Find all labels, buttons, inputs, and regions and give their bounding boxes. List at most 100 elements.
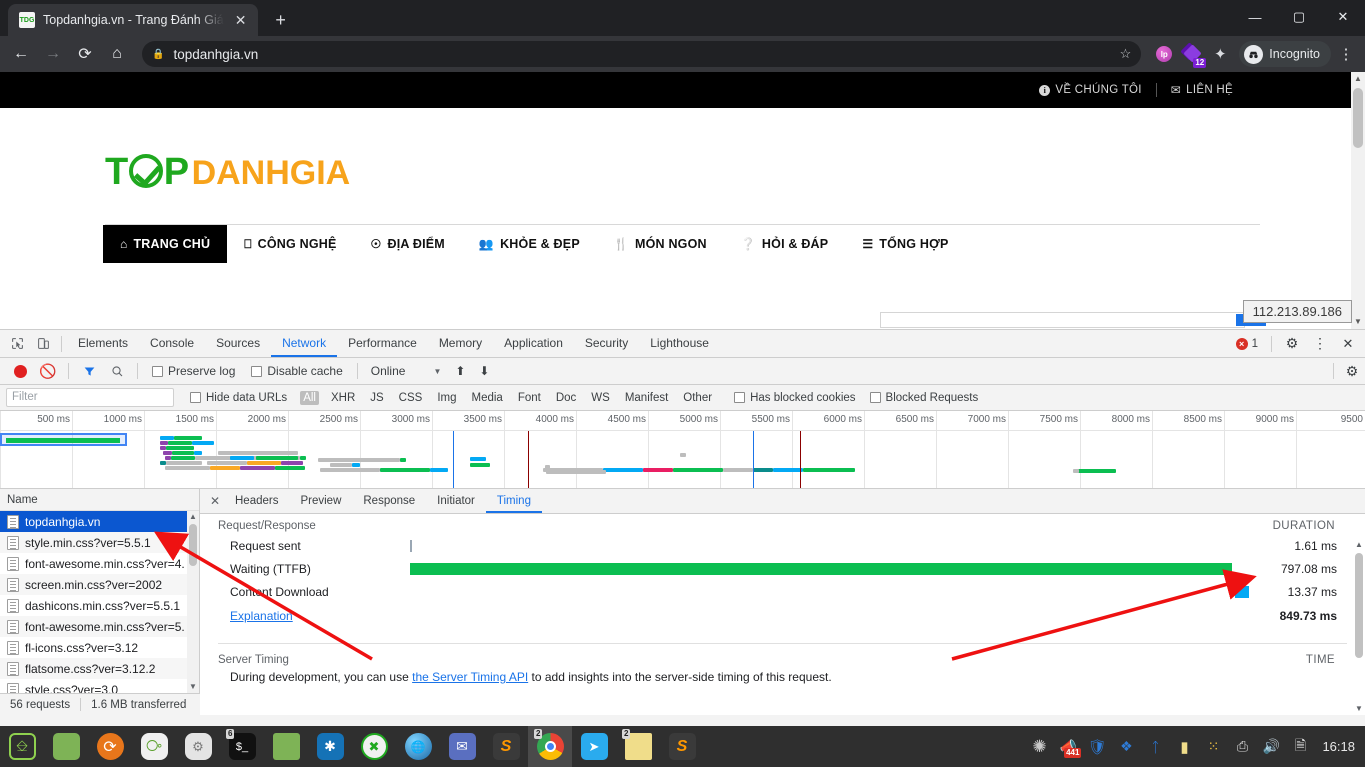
clock[interactable]: 16:18: [1316, 739, 1355, 754]
filter-type-js[interactable]: JS: [367, 391, 386, 405]
megaphone-icon[interactable]: 📣 441: [1055, 726, 1082, 767]
table-row[interactable]: font-awesome.min.css?ver=5.: [0, 616, 199, 637]
taskbar-item-sublime-2[interactable]: S: [660, 726, 704, 767]
network-settings-gear-icon[interactable]: ⚙: [1339, 358, 1365, 384]
taskbar-item-vscode[interactable]: ✱: [308, 726, 352, 767]
record-button[interactable]: [7, 358, 33, 384]
disable-cache-checkbox[interactable]: Disable cache: [244, 364, 349, 378]
taskbar-item-firefox[interactable]: ⟳: [88, 726, 132, 767]
tab-headers[interactable]: Headers: [224, 489, 289, 513]
throttling-select[interactable]: Online ▼: [365, 364, 448, 378]
scroll-up-icon[interactable]: ▲: [1353, 539, 1365, 551]
taskbar-item-toggles[interactable]: ⚙: [176, 726, 220, 767]
request-scroll-thumb[interactable]: [189, 524, 197, 566]
shutter-icon[interactable]: ✺: [1026, 726, 1052, 767]
has-blocked-cookies-box[interactable]: [734, 392, 746, 403]
nav-item-trang-chu[interactable]: ⌂ TRANG CHỦ: [103, 225, 228, 263]
disable-cache-box[interactable]: [251, 365, 263, 377]
tab-security[interactable]: Security: [574, 330, 639, 357]
address-bar[interactable]: 🔒 topdanhgia.vn ☆: [142, 41, 1142, 67]
has-blocked-cookies-checkbox[interactable]: Has blocked cookies: [727, 392, 862, 404]
filter-type-ws[interactable]: WS: [588, 391, 613, 405]
tab-sources[interactable]: Sources: [205, 330, 271, 357]
table-row[interactable]: topdanhgia.vn: [0, 511, 199, 532]
tab-lighthouse[interactable]: Lighthouse: [639, 330, 720, 357]
taskbar-item-sublime[interactable]: S: [484, 726, 528, 767]
clear-network-log-icon[interactable]: 🚫: [35, 358, 61, 384]
new-tab-button[interactable]: +: [267, 6, 295, 34]
filter-type-doc[interactable]: Doc: [553, 391, 579, 405]
page-horizontal-scrollbar[interactable]: [880, 312, 1266, 328]
bluetooth-icon[interactable]: ᛏ: [1142, 726, 1168, 767]
device-toolbar-icon[interactable]: [30, 331, 56, 357]
filter-type-manifest[interactable]: Manifest: [622, 391, 671, 405]
taskbar-item-telegram[interactable]: ➤: [572, 726, 616, 767]
tab-initiator[interactable]: Initiator: [426, 489, 486, 513]
lp-extension-icon[interactable]: lp: [1151, 41, 1177, 67]
shield-icon[interactable]: 🛡: [1084, 726, 1110, 767]
error-count-badge[interactable]: × 1: [1235, 337, 1264, 350]
devtools-settings-gear-icon[interactable]: ⚙: [1279, 331, 1305, 357]
tab-elements[interactable]: Elements: [67, 330, 139, 357]
taskbar-item-mint-menu[interactable]: ⎒: [0, 726, 44, 767]
import-har-icon[interactable]: ⬆: [449, 364, 471, 378]
home-icon[interactable]: ⌂: [102, 39, 132, 69]
hide-data-urls-checkbox[interactable]: Hide data URLs: [183, 392, 294, 404]
nav-item-cong-nghe[interactable]: ⎕ CÔNG NGHỆ: [227, 225, 353, 263]
back-icon[interactable]: ←: [6, 39, 36, 69]
scroll-down-icon[interactable]: ▼: [1353, 703, 1365, 715]
preserve-log-box[interactable]: [152, 365, 163, 377]
tab-preview[interactable]: Preview: [289, 489, 352, 513]
close-tab-icon[interactable]: ✕: [232, 11, 250, 29]
contact-link[interactable]: ✉ LIÊN HỆ: [1157, 83, 1247, 97]
tab-network[interactable]: Network: [271, 330, 337, 357]
details-scrollbar[interactable]: ▲ ▼: [1353, 539, 1365, 715]
inspect-element-icon[interactable]: [4, 331, 30, 357]
puzzle-extension-icon[interactable]: ✦: [1207, 41, 1233, 67]
filter-icon[interactable]: [76, 358, 102, 384]
taskbar-item-terminal[interactable]: $_ 6: [220, 726, 264, 767]
reload-icon[interactable]: ⟳: [70, 39, 100, 69]
page-scrollbar[interactable]: ▲ ▼: [1351, 72, 1365, 329]
colors-icon[interactable]: ⁙: [1200, 726, 1226, 767]
bookmark-star-icon[interactable]: ☆: [1120, 46, 1132, 62]
overview-selection-window[interactable]: [0, 433, 127, 446]
tab-console[interactable]: Console: [139, 330, 205, 357]
export-har-icon[interactable]: ⬇: [473, 364, 495, 378]
taskbar-item-app-grid[interactable]: ⧂: [132, 726, 176, 767]
battery-icon[interactable]: 🗎: [1287, 726, 1313, 767]
filter-type-other[interactable]: Other: [680, 391, 715, 405]
table-row[interactable]: style.min.css?ver=5.5.1: [0, 532, 199, 553]
preserve-log-checkbox[interactable]: Preserve log: [145, 364, 242, 378]
incognito-indicator[interactable]: Incognito: [1239, 41, 1331, 67]
tab-application[interactable]: Application: [493, 330, 574, 357]
devtools-more-icon[interactable]: ⋮: [1307, 331, 1333, 357]
blocked-requests-box[interactable]: [869, 392, 881, 403]
devtools-close-icon[interactable]: ✕: [1335, 331, 1361, 357]
details-scroll-thumb[interactable]: [1355, 553, 1363, 658]
table-row[interactable]: dashicons.min.css?ver=5.5.1: [0, 595, 199, 616]
hide-data-urls-box[interactable]: [190, 392, 201, 403]
request-column-header[interactable]: Name: [0, 489, 199, 511]
filter-input[interactable]: Filter: [6, 388, 174, 407]
site-logo-wrap[interactable]: T P DANHGIA: [0, 108, 1365, 194]
scroll-down-icon[interactable]: ▼: [187, 681, 199, 693]
browser-tab[interactable]: TDG Topdanhgia.vn - Trang Đánh Giá ✕: [8, 4, 258, 36]
tab-memory[interactable]: Memory: [428, 330, 493, 357]
dropbox-icon[interactable]: ❖: [1113, 726, 1139, 767]
table-row[interactable]: flatsome.css?ver=3.12.2: [0, 658, 199, 679]
notes-tray-icon[interactable]: ▮: [1171, 726, 1197, 767]
scroll-up-icon[interactable]: ▲: [1351, 72, 1365, 86]
about-us-link[interactable]: i VỀ CHÚNG TÔI: [1025, 84, 1155, 96]
request-list-scrollbar[interactable]: ▲ ▼: [187, 511, 199, 693]
close-details-icon[interactable]: ✕: [206, 494, 224, 508]
filter-type-xhr[interactable]: XHR: [328, 391, 358, 405]
filter-type-font[interactable]: Font: [515, 391, 544, 405]
minimize-button[interactable]: —: [1233, 0, 1277, 34]
filter-type-all[interactable]: All: [300, 390, 319, 405]
nav-item-khoe-dep[interactable]: 👥 KHỎE & ĐẸP: [462, 225, 597, 263]
tab-timing[interactable]: Timing: [486, 489, 542, 513]
server-timing-api-link[interactable]: the Server Timing API: [412, 670, 528, 684]
tab-performance[interactable]: Performance: [337, 330, 428, 357]
taskbar-item-mail[interactable]: ✉: [440, 726, 484, 767]
